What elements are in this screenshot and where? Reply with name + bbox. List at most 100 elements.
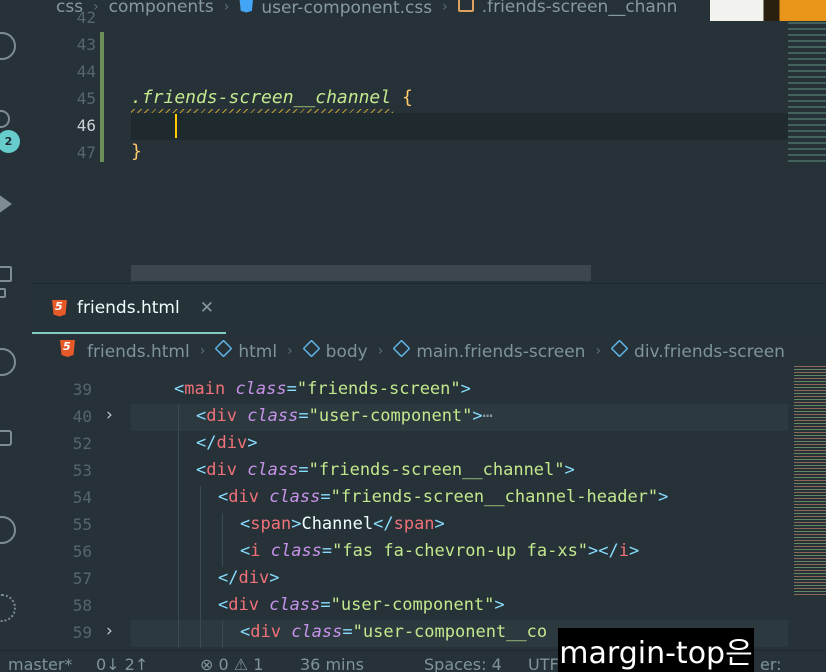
css-selector-symbol-icon xyxy=(457,0,474,12)
breadcrumb-item[interactable]: body xyxy=(302,339,368,362)
css-selector: .friends-screen__channel xyxy=(131,87,392,108)
line-number: 55 xyxy=(72,515,92,534)
minimap-top[interactable] xyxy=(788,22,826,162)
line-number-active: 46 xyxy=(76,116,96,135)
source-control-icon[interactable] xyxy=(0,110,10,128)
punctuation: < xyxy=(240,514,251,534)
breadcrumb-item[interactable]: div.friends-screen xyxy=(610,339,785,362)
code-line: <div class="friends-screen__channel-head… xyxy=(218,487,668,507)
account-icon[interactable] xyxy=(0,516,16,544)
tag-name: main xyxy=(184,379,226,399)
css-rule-line: .friends-screen__channel { xyxy=(131,87,413,108)
indent-guide xyxy=(222,513,223,540)
breadcrumb-item[interactable]: user-component.css xyxy=(239,0,432,18)
search-icon[interactable] xyxy=(0,32,16,60)
punctuation: = xyxy=(320,487,331,507)
line-number: 54 xyxy=(72,488,92,507)
punctuation: < xyxy=(240,541,251,561)
formatter-status[interactable]: er: xyxy=(760,655,782,672)
close-brace: } xyxy=(131,141,142,162)
breadcrumb-item[interactable]: .friends-screen__chann xyxy=(457,0,677,17)
breadcrumb-label: main.friends-screen xyxy=(416,342,586,362)
punctuation: > xyxy=(247,433,258,453)
indentation-status[interactable]: Spaces: 4 xyxy=(424,655,502,672)
breadcrumb-item[interactable]: friends.html xyxy=(60,340,190,362)
indent-guide xyxy=(178,594,179,621)
attribute-value: "friends-screen__channel-header" xyxy=(330,487,659,507)
code-line: <div class="user-component">⋯ xyxy=(196,406,493,426)
element-symbol-icon xyxy=(610,339,629,358)
punctuation: = xyxy=(342,622,353,642)
punctuation: < xyxy=(218,595,229,615)
tag-name: div xyxy=(206,406,237,426)
tag-name: div xyxy=(206,460,237,480)
html-file-icon xyxy=(60,340,75,357)
chevron-right-icon: › xyxy=(287,343,293,359)
indent-guide xyxy=(178,405,179,432)
fold-chevron-icon[interactable]: › xyxy=(106,621,113,641)
punctuation: = xyxy=(298,460,309,480)
code-line: <main class="friends-screen"> xyxy=(174,379,471,399)
indent-guide xyxy=(200,594,201,621)
attribute-value: "user-component__co xyxy=(352,622,548,642)
indent-guide xyxy=(178,540,179,567)
horizontal-scrollbar[interactable] xyxy=(131,265,591,281)
indent-guide xyxy=(178,621,179,648)
chevron-right-icon: › xyxy=(442,0,448,15)
sync-status[interactable]: 0↓ 2↑ xyxy=(96,655,148,672)
git-branch[interactable]: master* xyxy=(8,655,72,672)
line-number: 57 xyxy=(72,569,92,588)
attribute-name: class xyxy=(280,622,343,642)
close-icon[interactable]: ✕ xyxy=(200,298,214,318)
indent-guide xyxy=(178,486,179,513)
attribute-name: class xyxy=(258,595,321,615)
tag-name: div xyxy=(250,622,281,642)
live-share-icon[interactable] xyxy=(0,430,12,446)
webcam-overlay xyxy=(710,0,826,21)
lint-warning-squiggle xyxy=(131,109,393,113)
scm-badge: 2 xyxy=(0,130,20,153)
remote-explorer-icon[interactable] xyxy=(0,348,16,376)
indent-guide xyxy=(200,486,201,513)
encoding-status[interactable]: UTF xyxy=(528,655,559,672)
folded-ellipsis: ⋯ xyxy=(482,406,493,426)
line-number: 39 xyxy=(72,380,92,399)
attribute-name: class xyxy=(225,379,287,399)
indent-guide xyxy=(178,513,179,540)
code-line: <div class="user-component__co xyxy=(240,622,547,642)
css-file-icon xyxy=(239,0,254,13)
fold-chevron-icon[interactable]: › xyxy=(106,405,113,425)
git-added-gutter-mark xyxy=(100,32,104,162)
breadcrumb-top: css › components › user-component.css › … xyxy=(32,0,712,20)
indent-guide xyxy=(200,513,201,540)
tab-friends-html[interactable]: friends.html ✕ xyxy=(32,284,226,334)
punctuation: = xyxy=(286,379,297,399)
attribute-name: class xyxy=(236,460,299,480)
text-content: Channel xyxy=(301,514,374,534)
breadcrumb-item[interactable]: html xyxy=(214,339,278,362)
attribute-value: "friends-screen" xyxy=(296,379,461,399)
line-number: 47 xyxy=(76,143,96,162)
punctuation: < xyxy=(240,622,251,642)
punctuation: > xyxy=(434,514,445,534)
run-debug-icon[interactable] xyxy=(0,194,12,214)
punctuation: > xyxy=(291,514,302,534)
text-cursor xyxy=(175,114,177,138)
chevron-right-icon: › xyxy=(223,0,230,15)
punctuation: < xyxy=(196,460,207,480)
attribute-value: "user-component" xyxy=(308,406,473,426)
line-number: 42 xyxy=(76,8,96,27)
element-symbol-icon xyxy=(214,339,233,358)
tag-name: div xyxy=(228,487,259,507)
breadcrumb-item[interactable]: main.friends-screen xyxy=(392,339,586,362)
punctuation: > xyxy=(564,460,575,480)
session-time[interactable]: 36 mins xyxy=(300,655,364,672)
extensions-icon[interactable] xyxy=(0,266,12,282)
tag-name: div xyxy=(216,433,248,453)
breadcrumb-label: html xyxy=(238,342,278,362)
problems-status[interactable]: ⊗ 0 ⚠ 1 xyxy=(200,655,263,672)
settings-gear-icon[interactable] xyxy=(0,594,16,622)
indent-guide xyxy=(178,459,179,486)
breadcrumb-item[interactable]: components xyxy=(109,0,214,17)
minimap-bottom[interactable] xyxy=(794,366,826,596)
